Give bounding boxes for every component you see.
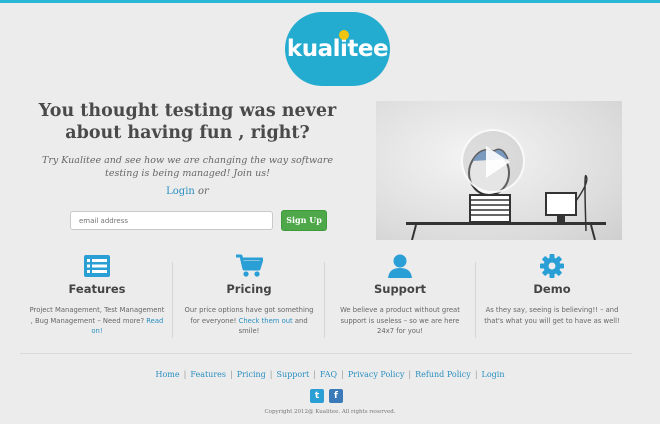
separator: | [408,370,412,379]
twitter-icon[interactable]: t [310,389,324,403]
divider [475,262,476,338]
separator: | [474,370,478,379]
facebook-icon[interactable]: f [329,389,343,403]
footer-link-faq[interactable]: FAQ [320,370,337,379]
feature-text: Project Management, Test Management , Bu… [22,305,172,337]
top-accent-bar [0,0,660,3]
copyright: Copyright 2012@ Kualitee. All rights res… [264,409,396,415]
feature-title: Demo [533,282,571,296]
feature-features: Features Project Management, Test Manage… [22,253,172,337]
hero-subtitle: Try Kualitee and see how we are changing… [42,155,333,179]
email-input[interactable] [70,211,273,230]
feature-text: As they say, seeing is believing!! – and… [484,306,620,325]
feature-support: Support We believe a product without gre… [325,253,475,337]
feature-text: We believe a product without great suppo… [340,306,460,335]
gear-icon [540,254,564,278]
feature-title: Pricing [226,282,272,296]
footer-link-privacy-policy[interactable]: Privacy Policy [348,370,405,379]
feature-title: Support [373,282,426,296]
feature-body: Project Management, Test Management , Bu… [29,306,165,325]
separator: | [269,370,273,379]
signup-button[interactable]: Sign Up [281,210,327,231]
intro-video[interactable] [376,101,622,240]
feature-text: Our price options have got something for… [174,305,324,337]
feature-demo: Demo As they say, seeing is believing!! … [477,253,627,326]
play-icon[interactable] [486,146,510,178]
footer-link-home[interactable]: Home [156,370,180,379]
lightbulb-icon [339,30,349,40]
footer-link-refund-policy[interactable]: Refund Policy [415,370,471,379]
feature-pricing: Pricing Our price options have got somet… [174,253,324,337]
hero-login-link[interactable]: Login [166,186,195,197]
footer-nav: Home | Features | Pricing | Support | FAQ | Privac… [0,370,660,379]
divider [172,262,173,338]
footer-link-pricing[interactable]: Pricing [237,370,266,379]
separator: | [183,370,187,379]
kualitee-logo[interactable]: kualitee [285,12,390,86]
login-or-text: or [198,186,209,197]
logo-text: kualitee [286,36,389,62]
footer-link-features[interactable]: Features [190,370,226,379]
cart-icon [236,254,263,277]
footer-divider [20,353,632,354]
separator: | [341,370,344,379]
check-them-out-link[interactable]: Check them out [239,317,293,325]
feature-title: Features [68,282,126,296]
separator: | [230,370,233,379]
footer-link-login[interactable]: Login [482,370,505,379]
hero-title: You thought testing was never about havi… [38,101,337,143]
separator: | [313,370,316,379]
footer-link-support[interactable]: Support [276,370,309,379]
user-icon [388,254,412,278]
login-line: Login or [20,186,355,197]
list-icon [84,255,110,277]
